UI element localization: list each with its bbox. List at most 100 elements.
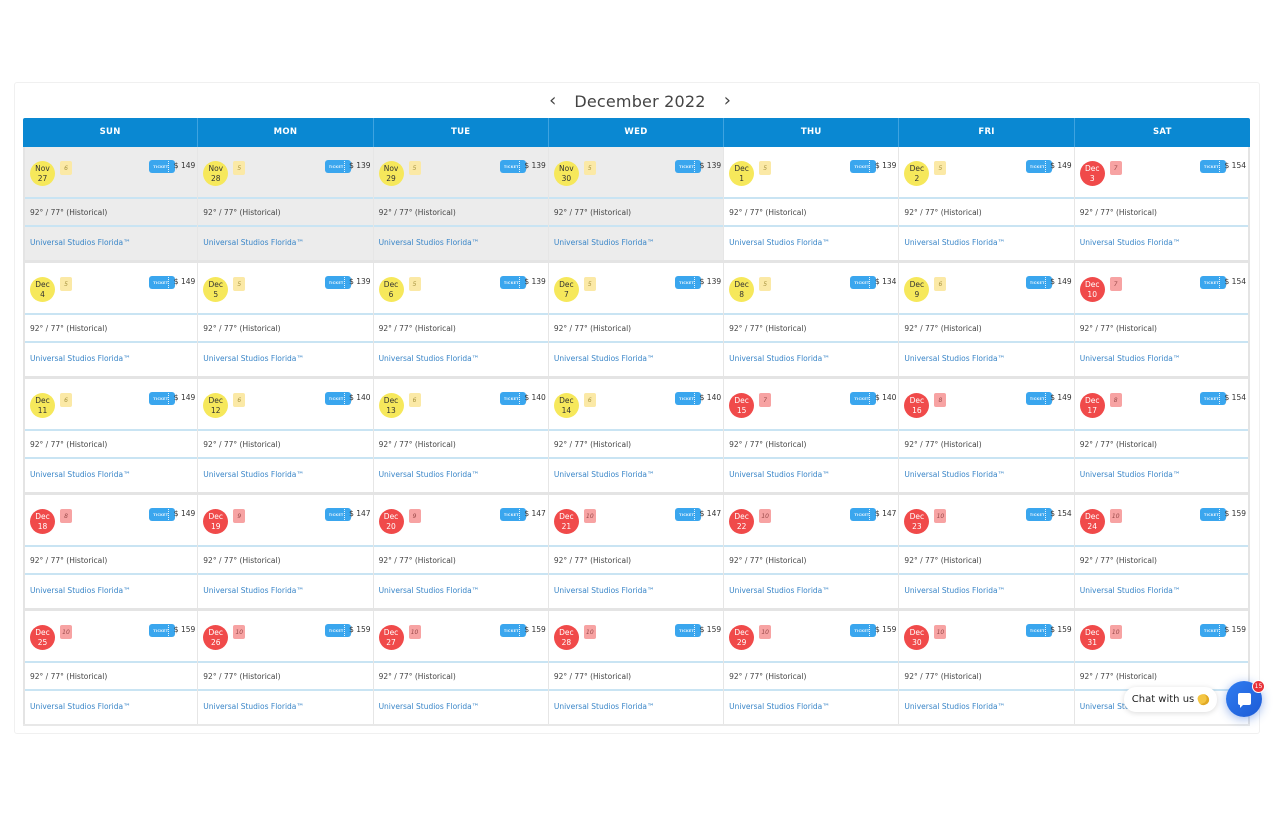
date-badge[interactable]: Dec 2 [904, 161, 930, 186]
ticket-icon[interactable]: TICKET [675, 624, 702, 637]
calendar-day-cell[interactable]: Dec 26 10 TICKET $ 159 92° / 77° (Historical)… [198, 611, 374, 724]
date-badge[interactable]: Dec 19 [203, 509, 229, 534]
ticket-icon[interactable]: TICKET [850, 160, 877, 173]
calendar-day-cell[interactable]: Dec 15 7 TICKET $ 140 92° / 77° (Historical) U… [724, 379, 900, 492]
calendar-day-cell[interactable]: Dec 10 7 TICKET $ 154 92° / 77° (Historical) U… [1074, 263, 1250, 376]
ticket-icon[interactable]: TICKET [1200, 392, 1226, 405]
calendar-day-cell[interactable]: Dec 17 8 TICKET $ 154 92° / 77° (Historical) U… [1074, 379, 1250, 492]
calendar-day-cell[interactable]: Dec 11 6 TICKET $ 149 92° / 77° (Historical) U… [23, 379, 199, 492]
ticket-icon[interactable]: TICKET [1025, 624, 1052, 637]
park-link[interactable]: Universal Studios Florida™ [198, 575, 372, 608]
park-link[interactable]: Universal Studios Florida™ [25, 575, 197, 608]
park-link[interactable]: Universal Studios Florida™ [1075, 343, 1248, 376]
park-link[interactable]: Universal Studios Florida™ [25, 691, 197, 724]
date-badge[interactable]: Dec 17 [1079, 393, 1105, 418]
park-link[interactable]: Universal Studios Florida™ [899, 227, 1073, 260]
calendar-day-cell[interactable]: Dec 12 6 TICKET $ 140 92° / 77° (Historical) U… [198, 379, 374, 492]
park-link[interactable]: Universal Studios Florida™ [899, 691, 1073, 724]
park-link[interactable]: Universal Studios Florida™ [549, 459, 723, 492]
date-badge[interactable]: Dec 30 [904, 625, 930, 650]
ticket-icon[interactable]: TICKET [324, 392, 351, 405]
date-badge[interactable]: Dec 3 [1079, 161, 1105, 186]
park-link[interactable]: Universal Studios Florida™ [25, 227, 197, 260]
park-link[interactable]: Universal Studios Florida™ [374, 459, 548, 492]
date-badge[interactable]: Dec 7 [553, 277, 579, 302]
ticket-icon[interactable]: TICKET [1200, 508, 1226, 521]
prev-month-button[interactable]: ‹ [545, 92, 560, 110]
park-link[interactable]: Universal Studios Florida™ [899, 343, 1073, 376]
calendar-day-cell[interactable]: Dec 24 10 TICKET $ 159 92° / 77° (Historical)… [1074, 495, 1250, 608]
park-link[interactable]: Universal Studios Florida™ [724, 691, 898, 724]
ticket-icon[interactable]: TICKET [324, 624, 351, 637]
date-badge[interactable]: Dec 10 [1079, 277, 1105, 302]
ticket-icon[interactable]: TICKET [499, 392, 526, 405]
park-link[interactable]: Universal Studios Florida™ [549, 227, 723, 260]
date-badge[interactable]: Dec 1 [729, 161, 755, 186]
park-link[interactable]: Universal Studios Florida™ [198, 227, 372, 260]
date-badge[interactable]: Dec 21 [553, 509, 579, 534]
ticket-icon[interactable]: TICKET [1025, 508, 1052, 521]
park-link[interactable]: Universal Studios Florida™ [374, 343, 548, 376]
date-badge[interactable]: Dec 18 [30, 509, 55, 534]
date-badge[interactable]: Dec 20 [378, 509, 404, 534]
ticket-icon[interactable]: TICKET [850, 624, 877, 637]
ticket-icon[interactable]: TICKET [499, 624, 526, 637]
date-badge[interactable]: Dec 22 [729, 509, 755, 534]
calendar-day-cell[interactable]: Dec 23 10 TICKET $ 154 92° / 77° (Historical)… [899, 495, 1075, 608]
ticket-icon[interactable]: TICKET [324, 508, 351, 521]
calendar-day-cell[interactable]: Dec 18 8 TICKET $ 149 92° / 77° (Historical) U… [23, 495, 199, 608]
park-link[interactable]: Universal Studios Florida™ [1075, 575, 1248, 608]
calendar-day-cell[interactable]: Dec 25 10 TICKET $ 159 92° / 77° (Historical)… [23, 611, 199, 724]
ticket-icon[interactable]: TICKET [149, 508, 176, 521]
park-link[interactable]: Universal Studios Florida™ [724, 343, 898, 376]
calendar-day-cell[interactable]: Dec 16 8 TICKET $ 149 92° / 77° (Historical) U… [899, 379, 1075, 492]
ticket-icon[interactable]: TICKET [1200, 160, 1226, 173]
date-badge[interactable]: Dec 16 [904, 393, 930, 418]
park-link[interactable]: Universal Studios Florida™ [1075, 227, 1248, 260]
park-link[interactable]: Universal Studios Florida™ [374, 575, 548, 608]
ticket-icon[interactable]: TICKET [1200, 276, 1226, 289]
ticket-icon[interactable]: TICKET [499, 276, 526, 289]
calendar-day-cell[interactable]: Dec 21 10 TICKET $ 147 92° / 77° (Historical)… [548, 495, 725, 608]
date-badge[interactable]: Dec 28 [553, 625, 579, 650]
calendar-day-cell[interactable]: Dec 20 9 TICKET $ 147 92° / 77° (Historical) U… [373, 495, 549, 608]
calendar-day-cell[interactable]: Nov 29 5 TICKET $ 139 92° / 77° (Historical) U… [373, 147, 549, 260]
park-link[interactable]: Universal Studios Florida™ [549, 691, 723, 724]
date-badge[interactable]: Nov 28 [203, 161, 229, 186]
calendar-day-cell[interactable]: Dec 1 5 TICKET $ 139 92° / 77° (Historical) Un… [724, 147, 900, 260]
calendar-day-cell[interactable]: Dec 29 10 TICKET $ 159 92° / 77° (Historical)… [724, 611, 900, 724]
date-badge[interactable]: Dec 25 [30, 625, 55, 650]
date-badge[interactable]: Dec 29 [729, 625, 755, 650]
date-badge[interactable]: Nov 27 [30, 161, 55, 186]
date-badge[interactable]: Dec 23 [904, 509, 930, 534]
next-month-button[interactable]: › [720, 92, 735, 110]
park-link[interactable]: Universal Studios Florida™ [25, 459, 197, 492]
date-badge[interactable]: Dec 15 [729, 393, 755, 418]
date-badge[interactable]: Dec 27 [378, 625, 404, 650]
calendar-day-cell[interactable]: Dec 4 5 TICKET $ 149 92° / 77° (Historical) Un… [23, 263, 199, 376]
park-link[interactable]: Universal Studios Florida™ [724, 575, 898, 608]
ticket-icon[interactable]: TICKET [149, 276, 176, 289]
calendar-day-cell[interactable]: Dec 30 10 TICKET $ 159 92° / 77° (Historical)… [899, 611, 1075, 724]
calendar-day-cell[interactable]: Dec 3 7 TICKET $ 154 92° / 77° (Historical) Un… [1074, 147, 1250, 260]
calendar-day-cell[interactable]: Nov 28 5 TICKET $ 139 92° / 77° (Historical) U… [198, 147, 374, 260]
ticket-icon[interactable]: TICKET [850, 508, 877, 521]
park-link[interactable]: Universal Studios Florida™ [724, 227, 898, 260]
ticket-icon[interactable]: TICKET [1025, 276, 1052, 289]
calendar-day-cell[interactable]: Nov 30 5 TICKET $ 139 92° / 77° (Historical) U… [548, 147, 725, 260]
calendar-day-cell[interactable]: Dec 7 5 TICKET $ 139 92° / 77° (Historical) Un… [548, 263, 725, 376]
date-badge[interactable]: Dec 8 [729, 277, 755, 302]
date-badge[interactable]: Dec 24 [1079, 509, 1105, 534]
calendar-day-cell[interactable]: Dec 22 10 TICKET $ 147 92° / 77° (Historical)… [724, 495, 900, 608]
park-link[interactable]: Universal Studios Florida™ [1075, 459, 1248, 492]
calendar-day-cell[interactable]: Dec 8 5 TICKET $ 134 92° / 77° (Historical) Un… [724, 263, 900, 376]
ticket-icon[interactable]: TICKET [675, 392, 702, 405]
date-badge[interactable]: Nov 29 [378, 161, 404, 186]
ticket-icon[interactable]: TICKET [1025, 160, 1052, 173]
ticket-icon[interactable]: TICKET [499, 160, 526, 173]
date-badge[interactable]: Dec 6 [378, 277, 404, 302]
ticket-icon[interactable]: TICKET [1025, 392, 1052, 405]
ticket-icon[interactable]: TICKET [1200, 624, 1226, 637]
date-badge[interactable]: Dec 12 [203, 393, 229, 418]
park-link[interactable]: Universal Studios Florida™ [899, 575, 1073, 608]
